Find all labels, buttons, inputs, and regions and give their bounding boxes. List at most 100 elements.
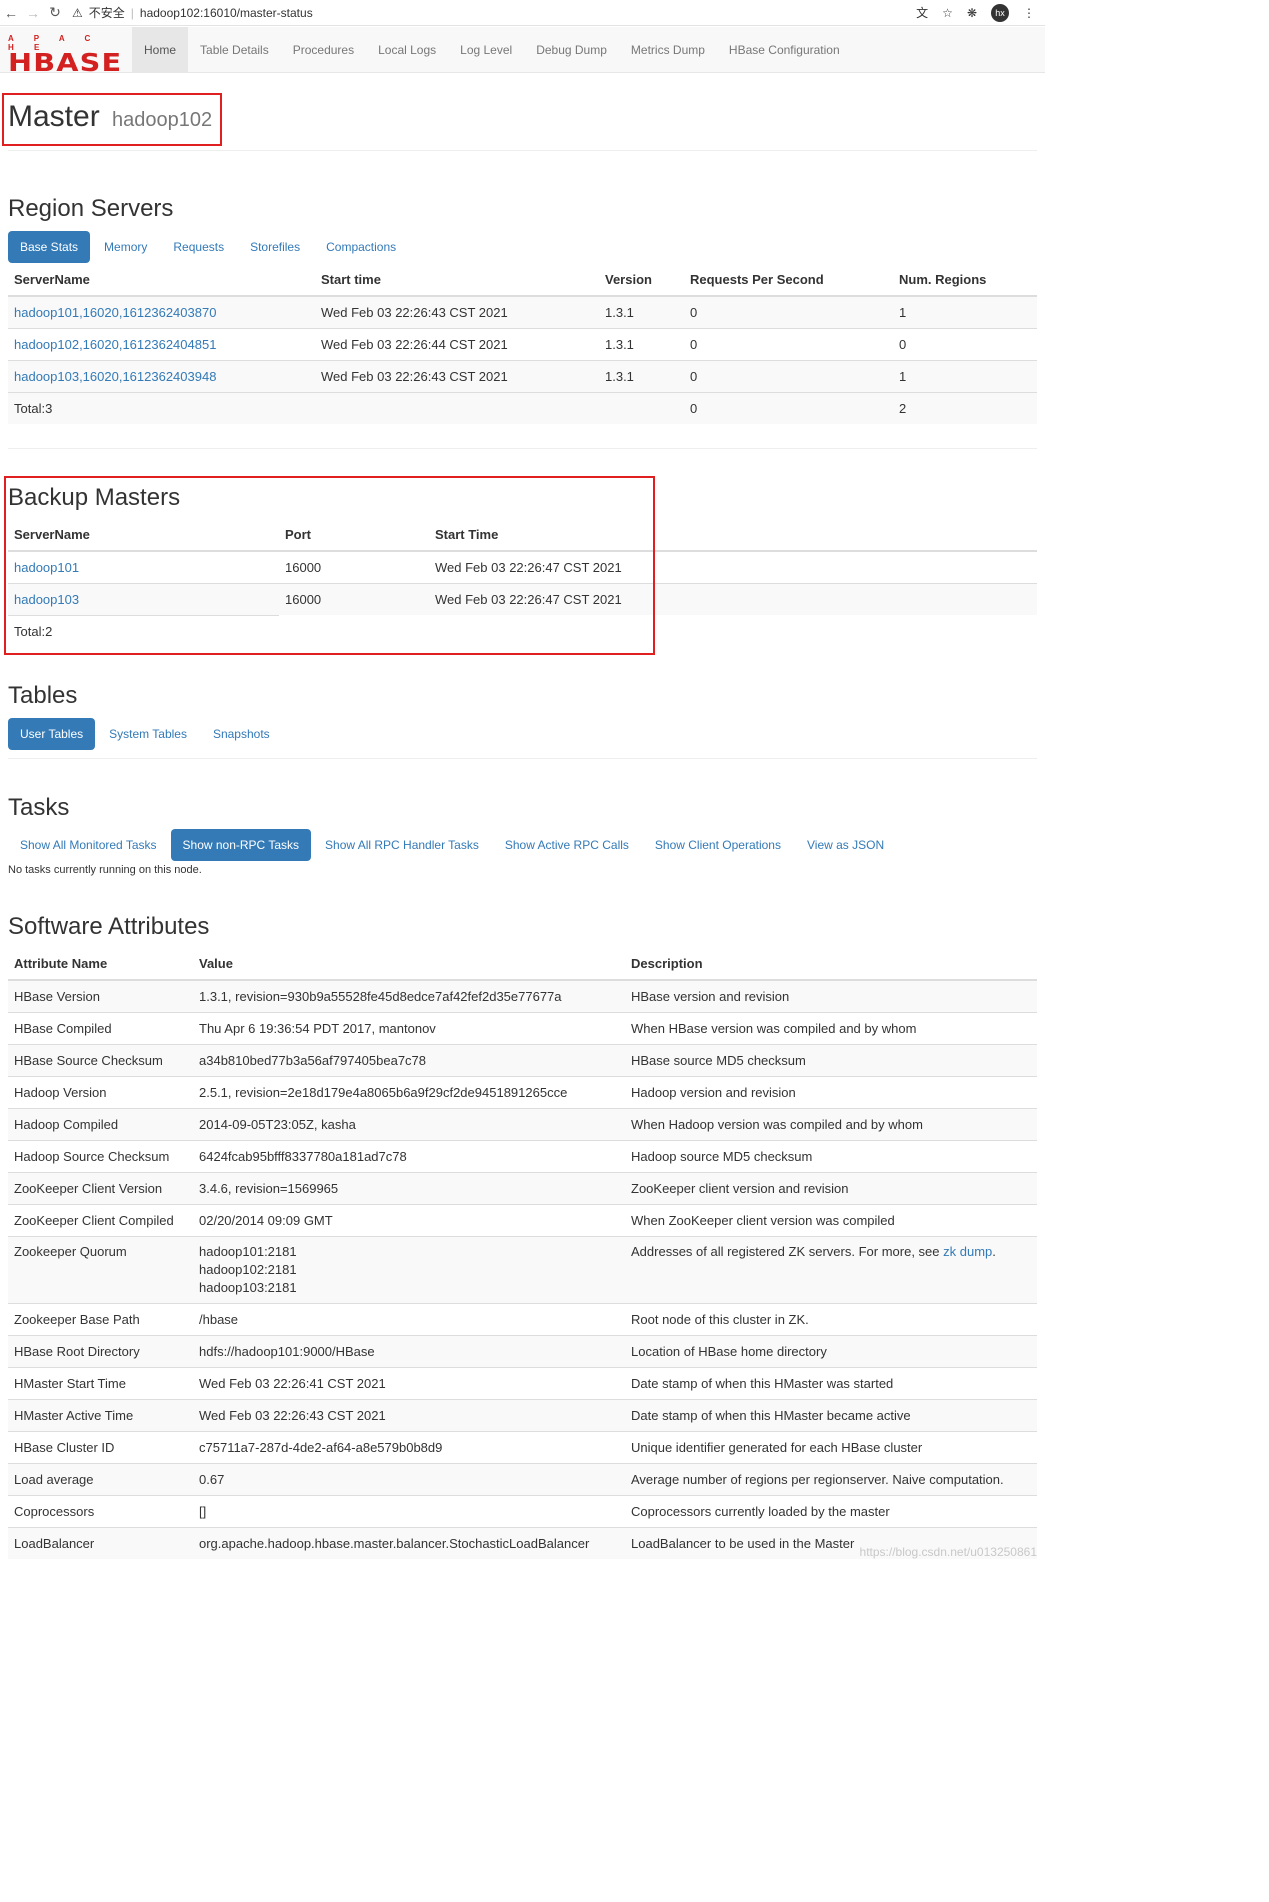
tasks-tab-show-all-rpc-handler-tasks[interactable]: Show All RPC Handler Tasks <box>313 829 491 861</box>
value-line: hadoop102:2181 <box>199 1261 297 1277</box>
nav-link-procedures[interactable]: Procedures <box>281 27 366 73</box>
region-servers-tab-storefiles[interactable]: Storefiles <box>238 231 312 263</box>
cell: 1 <box>893 359 1037 392</box>
tasks-tab-show-non-rpc-tasks[interactable]: Show non-RPC Tasks <box>170 829 312 861</box>
server-link[interactable]: hadoop102,16020,1612362404851 <box>14 337 216 352</box>
nav-link-debug-dump[interactable]: Debug Dump <box>524 27 619 73</box>
column-header-value: Value <box>193 948 625 981</box>
table-row: Hadoop Version 2.5.1, revision=2e18d179e4… <box>8 1075 1037 1108</box>
forward-icon[interactable]: → <box>22 2 44 24</box>
logo-hbase-text: HBASE <box>8 48 123 77</box>
cell: HBase Root Directory <box>8 1334 193 1367</box>
nav-link-home[interactable]: Home <box>132 27 189 73</box>
tables-tab-snapshots[interactable]: Snapshots <box>201 718 282 750</box>
cell: 1.3.1 <box>599 327 684 360</box>
server-link[interactable]: hadoop101,16020,1612362403870 <box>14 305 216 320</box>
column-header-requests-per-second: Requests Per Second <box>684 264 893 297</box>
cell: ZooKeeper Client Version <box>8 1171 193 1204</box>
cell: ZooKeeper client version and revision <box>625 1171 1037 1204</box>
url-text[interactable]: hadoop102:16010/master-status <box>140 6 313 20</box>
cell: 0 <box>684 295 893 328</box>
address-bar[interactable]: ⚠ 不安全 | hadoop102:16010/master-status <box>72 2 916 24</box>
translate-icon[interactable]: 文 <box>916 4 928 21</box>
nav-link-metrics-dump[interactable]: Metrics Dump <box>619 27 717 73</box>
cell: hadoop101,16020,1612362403870 <box>8 295 315 328</box>
tasks-tab-show-active-rpc-calls[interactable]: Show Active RPC Calls <box>493 829 641 861</box>
cell: 2014-09-05T23:05Z, kasha <box>193 1107 625 1140</box>
nav-link-local-logs[interactable]: Local Logs <box>366 27 448 73</box>
cell: When ZooKeeper client version was compil… <box>625 1203 1037 1236</box>
nav-link-log-level[interactable]: Log Level <box>448 27 524 73</box>
back-icon[interactable]: ← <box>0 2 22 24</box>
region-servers-tab-requests[interactable]: Requests <box>161 231 236 263</box>
cell: 0 <box>684 359 893 392</box>
column-header-num-regions: Num. Regions <box>893 264 1037 297</box>
column-header-version: Version <box>599 264 684 297</box>
tables-tab-user-tables[interactable]: User Tables <box>8 718 96 750</box>
cell: 1 <box>893 295 1037 328</box>
bookmark-star-icon[interactable]: ☆ <box>942 6 953 20</box>
zk-dump-link[interactable]: zk dump <box>943 1244 992 1259</box>
cell: 1.3.1 <box>599 359 684 392</box>
cell: LoadBalancer <box>8 1526 193 1559</box>
value-line: hadoop103:2181 <box>199 1279 297 1295</box>
browser-toolbar: ← → ↻ ⚠ 不安全 | hadoop102:16010/master-sta… <box>0 0 1045 26</box>
cell: /hbase <box>193 1302 625 1335</box>
table-row: Hadoop Source Checksum 6424fcab95bfff8337… <box>8 1139 1037 1172</box>
cell: Date stamp of when this HMaster became a… <box>625 1398 1037 1431</box>
cell: Hadoop source MD5 checksum <box>625 1139 1037 1172</box>
cell: 02/20/2014 09:09 GMT <box>193 1203 625 1236</box>
region-servers-heading: Region Servers <box>8 195 174 222</box>
region-servers-tab-base-stats[interactable]: Base Stats <box>8 231 91 263</box>
table-row: HBase Compiled Thu Apr 6 19:36:54 PDT 201… <box>8 1011 1037 1044</box>
tables-tab-system-tables[interactable]: System Tables <box>97 718 199 750</box>
cell: hadoop101:2181 hadoop102:2181 hadoop103:21… <box>193 1235 625 1303</box>
software-attributes-heading: Software Attributes <box>8 913 210 940</box>
region-servers-tab-compactions[interactable]: Compactions <box>314 231 408 263</box>
cell: Hadoop Version <box>8 1075 193 1108</box>
total-requests: 0 <box>684 391 893 424</box>
cell: Wed Feb 03 22:26:44 CST 2021 <box>315 327 599 360</box>
cell: HMaster Start Time <box>8 1366 193 1399</box>
value-line: hadoop101:2181 <box>199 1243 297 1259</box>
column-header-servername: ServerName <box>8 264 315 297</box>
cell: Wed Feb 03 22:26:43 CST 2021 <box>315 295 599 328</box>
watermark: https://blog.csdn.net/u013250861 <box>859 1545 1037 1559</box>
table-row: HBase Root Directory hdfs://hadoop101:900… <box>8 1334 1037 1367</box>
nav-link-table-details[interactable]: Table Details <box>188 27 281 73</box>
table-row: HMaster Start Time Wed Feb 03 22:26:41 CS… <box>8 1366 1037 1399</box>
hbase-logo[interactable]: A P A C H E HBASE <box>8 34 123 75</box>
cell: Location of HBase home directory <box>625 1334 1037 1367</box>
cell: Addresses of all registered ZK servers. … <box>625 1235 1037 1303</box>
nav-links: Home Table Details Procedures Local Logs Log… <box>132 27 852 73</box>
table-row: HBase Version 1.3.1, revision=930b9a55528… <box>8 979 1037 1012</box>
cell: Wed Feb 03 22:26:43 CST 2021 <box>315 359 599 392</box>
cell: HBase Compiled <box>8 1011 193 1044</box>
tasks-tab-show-client-operations[interactable]: Show Client Operations <box>643 829 793 861</box>
tasks-tab-show-all-monitored-tasks[interactable]: Show All Monitored Tasks <box>8 829 169 861</box>
cell: ZooKeeper Client Compiled <box>8 1203 193 1236</box>
tables-tabs: User Tables System Tables Snapshots <box>8 718 284 750</box>
divider <box>8 150 1037 151</box>
cell: 0 <box>893 327 1037 360</box>
table-total-row: Total:3 0 2 <box>8 391 1037 424</box>
column-header-start-time: Start time <box>315 264 599 297</box>
profile-avatar[interactable]: hx <box>991 3 1009 22</box>
nav-link-hbase-configuration[interactable]: HBase Configuration <box>717 27 852 73</box>
cell: hdfs://hadoop101:9000/HBase <box>193 1334 625 1367</box>
top-navbar: A P A C H E HBASE Home Table Details Proce… <box>0 27 1045 75</box>
cell: HBase source MD5 checksum <box>625 1043 1037 1076</box>
region-servers-tab-memory[interactable]: Memory <box>92 231 159 263</box>
cell: Thu Apr 6 19:36:54 PDT 2017, mantonov <box>193 1011 625 1044</box>
cell: c75711a7-287d-4de2-af64-a8e579b0b8d9 <box>193 1430 625 1463</box>
server-link[interactable]: hadoop103,16020,1612362403948 <box>14 369 216 384</box>
cell: Root node of this cluster in ZK. <box>625 1302 1037 1335</box>
divider <box>8 448 1037 449</box>
extensions-icon[interactable]: ❋ <box>967 6 977 20</box>
tasks-tab-view-as-json[interactable]: View as JSON <box>795 829 896 861</box>
divider <box>8 758 1037 759</box>
warning-icon: ⚠ <box>72 5 83 20</box>
reload-icon[interactable]: ↻ <box>44 2 66 24</box>
browser-menu-icon[interactable]: ⋮ <box>1023 6 1035 20</box>
security-label: 不安全 <box>88 6 125 20</box>
